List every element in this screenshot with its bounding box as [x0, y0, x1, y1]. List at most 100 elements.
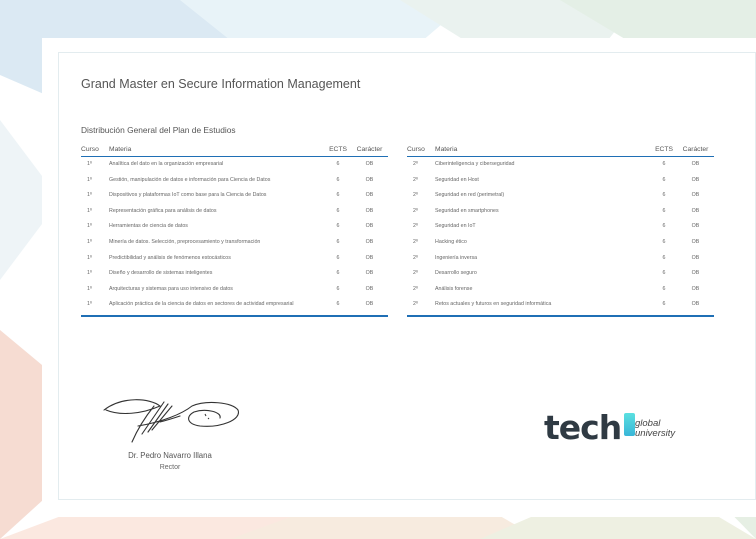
table-row: 2º Seguridad en red (perimetral) 6 OB [407, 188, 714, 204]
cell-ects: 6 [662, 285, 666, 292]
cell-curso: 2º [413, 176, 418, 183]
cell-materia: Seguridad en Host [435, 176, 479, 183]
table-body-right: 2º Ciberinteligencia y ciberseguridad 6 OB 2… [407, 157, 714, 317]
cell-caracter: OB [691, 254, 700, 261]
cell-curso: 1º [87, 192, 92, 199]
section-subtitle: Distribución General del Plan de Estudio… [81, 125, 236, 135]
table-row: 2º Retos actuales y futuros en seguridad … [407, 297, 714, 316]
cell-materia: Aplicación práctica de la ciencia de dat… [109, 301, 294, 308]
table-row: 1º Arquitecturas y sistemas para uso inte… [81, 282, 388, 298]
cell-curso: 2º [413, 301, 418, 308]
cell-materia: Herramientas de ciencia de datos [109, 223, 188, 230]
cell-materia: Diseño y desarrollo de sistemas intelige… [109, 270, 213, 277]
header-curso: Curso [81, 143, 109, 157]
cell-caracter: OB [691, 301, 700, 308]
cell-curso: 1º [87, 270, 92, 277]
signatory-name: Dr. Pedro Navarro Illana [128, 451, 212, 460]
table-body-left: 1º Analítica del dato en la organización … [81, 157, 388, 317]
header-ects: ECTS [325, 143, 351, 157]
cell-materia: Analítica del dato en la organización em… [109, 161, 224, 167]
table-row: 1º Analítica del dato en la organización … [81, 157, 388, 173]
cell-ects: 6 [336, 161, 340, 167]
rector-signature [103, 399, 239, 443]
table-row: 1º Minería de datos. Selección, preproces… [81, 235, 388, 251]
cell-materia: Hacking ético [435, 238, 467, 245]
cell-caracter: OB [691, 207, 700, 214]
logo-wordmark: tech [544, 408, 622, 447]
cell-materia: Desarrollo seguro [435, 270, 477, 277]
cell-ects: 6 [336, 192, 340, 199]
cell-ects: 6 [336, 207, 340, 214]
table-row: 1º Representación gráfica para análisis d… [81, 204, 388, 220]
cell-curso: 2º [413, 238, 418, 245]
cell-materia: Predictibilidad y análisis de fenómenos … [109, 254, 231, 261]
cell-ects: 6 [336, 238, 340, 245]
cell-caracter: OB [365, 192, 374, 199]
table-row: 2º Seguridad en IoT 6 OB [407, 219, 714, 235]
table-row: 2º Seguridad en smartphones 6 OB [407, 204, 714, 220]
cell-curso: 1º [87, 176, 92, 183]
table-header-row: Curso Materia ECTS Carácter [81, 143, 388, 157]
cell-curso: 2º [413, 254, 418, 261]
cell-curso: 1º [87, 254, 92, 261]
cell-curso: 2º [413, 285, 418, 292]
cell-materia: Dispositivos y plataformas IoT como base… [109, 192, 267, 199]
cell-caracter: OB [691, 192, 700, 199]
cell-ects: 6 [662, 192, 666, 199]
cell-curso: 1º [87, 301, 92, 308]
logo-line-university: university [635, 428, 676, 439]
table-row: 1º Diseño y desarrollo de sistemas inteli… [81, 266, 388, 282]
table-row: 1º Dispositivos y plataformas IoT como ba… [81, 188, 388, 204]
cell-materia: Ingeniería inversa [435, 254, 478, 261]
cell-curso: 2º [413, 192, 418, 199]
table-row: 1º Predictibilidad y análisis de fenómeno… [81, 251, 388, 267]
logo-accent-mark [624, 413, 635, 436]
cell-materia: Representación gráfica para análisis de … [109, 207, 217, 214]
header-caracter: Carácter [677, 143, 714, 157]
cell-ects: 6 [662, 161, 666, 167]
cell-caracter: OB [691, 238, 700, 245]
table-row: 1º Aplicación práctica de la ciencia de d… [81, 297, 388, 316]
cell-curso: 1º [87, 223, 92, 230]
table-row: 2º Seguridad en Host 6 OB [407, 173, 714, 189]
table-row: 2º Desarrollo seguro 6 OB [407, 266, 714, 282]
cell-ects: 6 [336, 270, 340, 277]
cell-curso: 2º [413, 207, 418, 214]
cell-caracter: OB [365, 207, 374, 214]
cell-caracter: OB [691, 285, 700, 292]
cell-caracter: OB [691, 270, 700, 277]
cell-caracter: OB [365, 285, 374, 292]
cell-curso: 2º [413, 161, 418, 167]
table-row: 2º Ingeniería inversa 6 OB [407, 251, 714, 267]
table-row: 2º Análisis forense 6 OB [407, 282, 714, 298]
cell-caracter: OB [691, 176, 700, 183]
cell-ects: 6 [662, 254, 666, 261]
cell-materia: Gestión, manipulación de datos e informa… [109, 176, 271, 183]
header-ects: ECTS [651, 143, 677, 157]
cell-caracter: OB [691, 223, 700, 230]
cell-materia: Ciberinteligencia y ciberseguridad [435, 161, 515, 167]
cell-ects: 6 [336, 254, 340, 261]
cell-caracter: OB [365, 270, 374, 277]
table-row: 2º Hacking ético 6 OB [407, 235, 714, 251]
cell-ects: 6 [662, 176, 666, 183]
cell-ects: 6 [336, 223, 340, 230]
cell-curso: 1º [87, 285, 92, 292]
header-caracter: Carácter [351, 143, 388, 157]
cell-caracter: OB [365, 238, 374, 245]
cell-materia: Minería de datos. Selección, preprocesam… [109, 238, 261, 245]
cell-curso: 1º [87, 161, 92, 167]
cell-materia: Arquitecturas y sistemas para uso intens… [109, 285, 233, 292]
cell-curso: 2º [413, 270, 418, 277]
cell-ects: 6 [662, 207, 666, 214]
cell-ects: 6 [662, 270, 666, 277]
cell-ects: 6 [662, 301, 666, 308]
header-materia: Materia [109, 143, 325, 157]
cell-materia: Seguridad en IoT [435, 223, 476, 230]
header-curso: Curso [407, 143, 435, 157]
cell-curso: 1º [87, 238, 92, 245]
cell-caracter: OB [365, 161, 374, 167]
cell-caracter: OB [365, 254, 374, 261]
signatory-role: Rector [159, 464, 181, 471]
cell-caracter: OB [691, 161, 700, 167]
